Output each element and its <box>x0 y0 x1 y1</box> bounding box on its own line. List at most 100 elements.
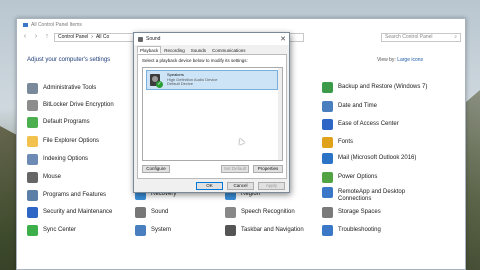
item-label: Speech Recognition <box>241 209 295 215</box>
tab-communications[interactable]: Communications <box>209 46 249 54</box>
properties-button[interactable]: Properties <box>253 165 283 173</box>
item-icon <box>322 82 333 93</box>
sound-dialog-title: Sound <box>146 36 161 42</box>
control-panel-item[interactable]: Security and Maintenance <box>27 207 117 218</box>
control-panel-item[interactable]: Fonts <box>322 137 432 148</box>
item-icon <box>322 101 333 112</box>
device-status: Default Device <box>167 81 194 87</box>
item-icon <box>322 119 333 130</box>
control-panel-item[interactable]: RemoteApp and Desktop Connections <box>322 187 432 203</box>
forward-arrow-icon[interactable]: › <box>32 33 40 41</box>
control-panel-item[interactable]: Indexing Options <box>27 154 117 165</box>
item-icon <box>27 190 38 201</box>
item-icon <box>225 225 236 236</box>
control-panel-titlebar: All Control Panel Items <box>17 19 465 31</box>
search-input[interactable]: Search Control Panel ⌕ <box>381 32 461 42</box>
item-icon <box>322 187 333 198</box>
device-text: Speakers High Definition Audio Device De… <box>167 72 217 87</box>
item-label: Taskbar and Navigation <box>241 227 304 233</box>
control-panel-item[interactable]: Sync Center <box>27 225 117 236</box>
item-icon <box>135 207 146 218</box>
breadcrumb-separator-icon: › <box>91 34 93 40</box>
tab-playback[interactable]: Playback <box>137 46 162 54</box>
view-by[interactable]: View by: Large icons <box>377 57 423 63</box>
control-panel-item[interactable]: BitLocker Drive Encryption <box>27 100 117 111</box>
cancel-button[interactable]: Cancel <box>227 182 254 190</box>
item-icon <box>322 172 333 183</box>
item-icon <box>27 100 38 111</box>
tab-sounds[interactable]: Sounds <box>188 46 209 54</box>
device-item-speakers[interactable]: ✓ Speakers High Definition Audio Device … <box>146 70 278 90</box>
control-panel-item[interactable]: Administrative Tools <box>27 83 117 94</box>
search-icon: ⌕ <box>454 34 457 40</box>
item-icon <box>27 154 38 165</box>
item-label: Troubleshooting <box>338 227 381 233</box>
item-icon <box>27 207 38 218</box>
item-label: Administrative Tools <box>43 85 97 91</box>
control-panel-item[interactable]: Taskbar and Navigation <box>225 225 315 236</box>
item-icon <box>225 207 236 218</box>
close-icon[interactable]: ✕ <box>277 35 289 43</box>
control-panel-item[interactable]: Troubleshooting <box>322 225 432 236</box>
window-title: All Control Panel Items <box>31 22 82 28</box>
item-label: File Explorer Options <box>43 138 100 144</box>
item-label: Fonts <box>338 139 354 145</box>
set-default-button[interactable]: Set Default <box>221 165 249 173</box>
page-subtitle: Adjust your computer's settings <box>27 57 111 63</box>
tab-recording[interactable]: Recording <box>161 46 188 54</box>
item-icon <box>322 225 333 236</box>
item-label: Mouse <box>43 174 62 180</box>
breadcrumb-control-panel[interactable]: Control Panel <box>58 34 88 40</box>
item-label: RemoteApp and Desktop Connections <box>338 189 406 202</box>
control-panel-icon <box>23 23 28 27</box>
control-panel-item[interactable]: Ease of Access Center <box>322 119 432 130</box>
device-list[interactable]: ✓ Speakers High Definition Audio Device … <box>142 67 283 161</box>
search-placeholder: Search Control Panel <box>385 34 433 40</box>
control-panel-item[interactable]: Default Programs <box>27 117 117 128</box>
back-arrow-icon[interactable]: ‹ <box>21 33 29 41</box>
item-label: System <box>151 227 172 233</box>
item-icon <box>27 136 38 147</box>
control-panel-item[interactable]: Programs and Features <box>27 190 117 201</box>
control-panel-item[interactable]: Mail (Microsoft Outlook 2016) <box>322 153 432 164</box>
control-panel-item[interactable]: Speech Recognition <box>225 207 315 218</box>
item-icon <box>135 225 146 236</box>
item-icon <box>27 225 38 236</box>
item-label: Indexing Options <box>43 156 89 162</box>
item-label: Sound <box>151 209 169 215</box>
up-arrow-icon[interactable]: ↑ <box>43 33 51 41</box>
control-panel-item[interactable]: Power Options <box>322 172 432 183</box>
item-label: Storage Spaces <box>338 209 381 215</box>
item-icon <box>27 83 38 94</box>
item-icon <box>27 172 38 183</box>
mouse-cursor-icon <box>237 137 245 145</box>
control-panel-item[interactable]: Date and Time <box>322 101 432 112</box>
item-label: Ease of Access Center <box>338 121 399 127</box>
item-icon <box>322 207 333 218</box>
breadcrumb-all-items[interactable]: All Co <box>96 34 109 40</box>
control-panel-item[interactable]: Backup and Restore (Windows 7) <box>322 82 432 93</box>
control-panel-item[interactable]: Sound <box>135 207 225 218</box>
item-label: Sync Center <box>43 227 77 233</box>
playback-instructions: Select a playback device below to modify… <box>142 58 248 63</box>
tab-strip: Playback Recording Sounds Communications <box>134 46 289 54</box>
control-panel-item[interactable]: System <box>135 225 225 236</box>
device-list-scrollbar[interactable] <box>278 68 282 160</box>
control-panel-item[interactable]: Mouse <box>27 172 117 183</box>
item-label: Security and Maintenance <box>43 209 113 215</box>
view-by-dropdown[interactable]: Large icons <box>397 57 423 63</box>
sound-icon <box>138 36 143 42</box>
sound-dialog: Sound ✕ Playback Recording Sounds Commun… <box>133 32 290 193</box>
playback-panel: Select a playback device below to modify… <box>137 54 287 179</box>
sound-dialog-titlebar: Sound ✕ <box>134 33 289 45</box>
control-panel-item[interactable]: Storage Spaces <box>322 207 432 218</box>
item-label: Programs and Features <box>43 192 107 198</box>
item-icon <box>322 153 333 164</box>
configure-button[interactable]: Configure <box>142 165 170 173</box>
apply-button[interactable]: Apply <box>258 182 285 190</box>
item-icon <box>27 117 38 128</box>
item-label: BitLocker Drive Encryption <box>43 102 114 108</box>
control-panel-item[interactable]: File Explorer Options <box>27 136 117 147</box>
speaker-icon: ✓ <box>149 73 163 88</box>
ok-button[interactable]: OK <box>196 182 223 190</box>
